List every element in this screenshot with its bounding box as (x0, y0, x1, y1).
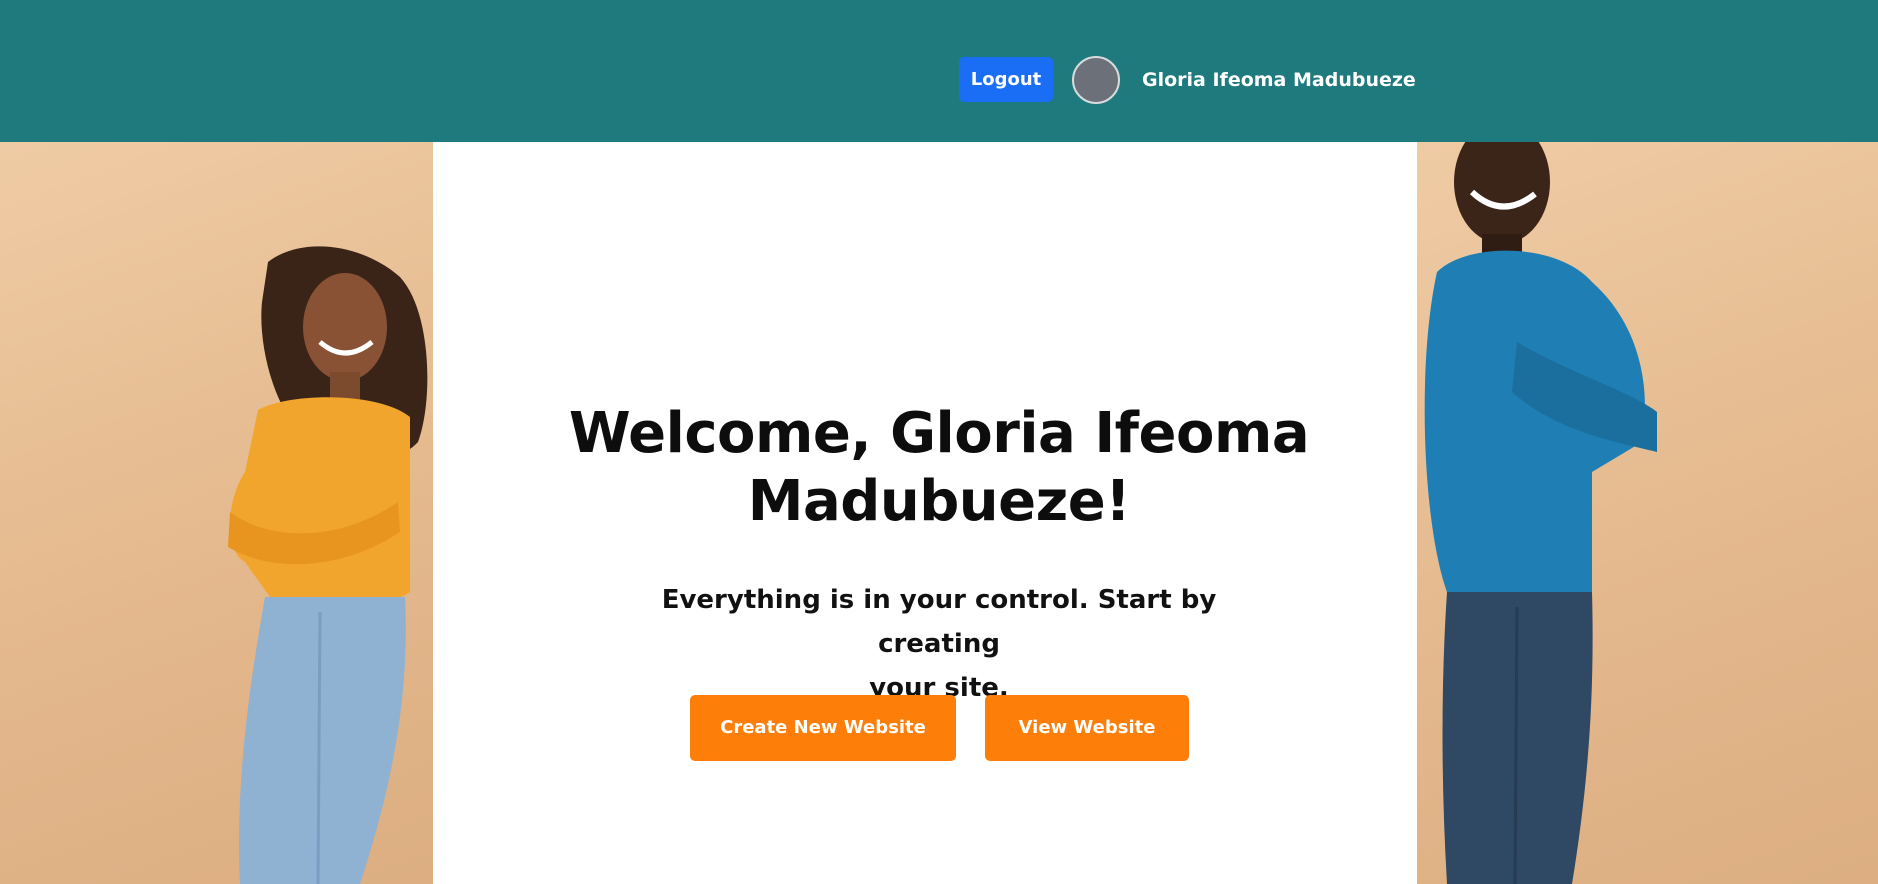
logout-button[interactable]: Logout (959, 57, 1053, 102)
man-illustration (1424, 142, 1657, 884)
right-hero-photo (1417, 142, 1878, 884)
welcome-heading-line-2: Madubueze! (747, 469, 1131, 534)
user-avatar[interactable] (1072, 56, 1120, 104)
left-hero-photo (0, 142, 433, 884)
welcome-tagline: Everything is in your control. Start by … (600, 578, 1278, 710)
woman-illustration (228, 246, 428, 884)
welcome-heading: Welcome, Gloria Ifeoma Madubueze! (560, 400, 1318, 536)
create-new-website-button[interactable]: Create New Website (690, 695, 956, 761)
top-navbar: Logout Gloria Ifeoma Madubueze (0, 0, 1878, 142)
user-name-label[interactable]: Gloria Ifeoma Madubueze (1142, 67, 1416, 93)
tagline-line-1: Everything is in your control. Start by … (661, 585, 1217, 659)
welcome-heading-line-1: Welcome, Gloria Ifeoma (568, 401, 1310, 466)
view-website-button[interactable]: View Website (985, 695, 1189, 761)
